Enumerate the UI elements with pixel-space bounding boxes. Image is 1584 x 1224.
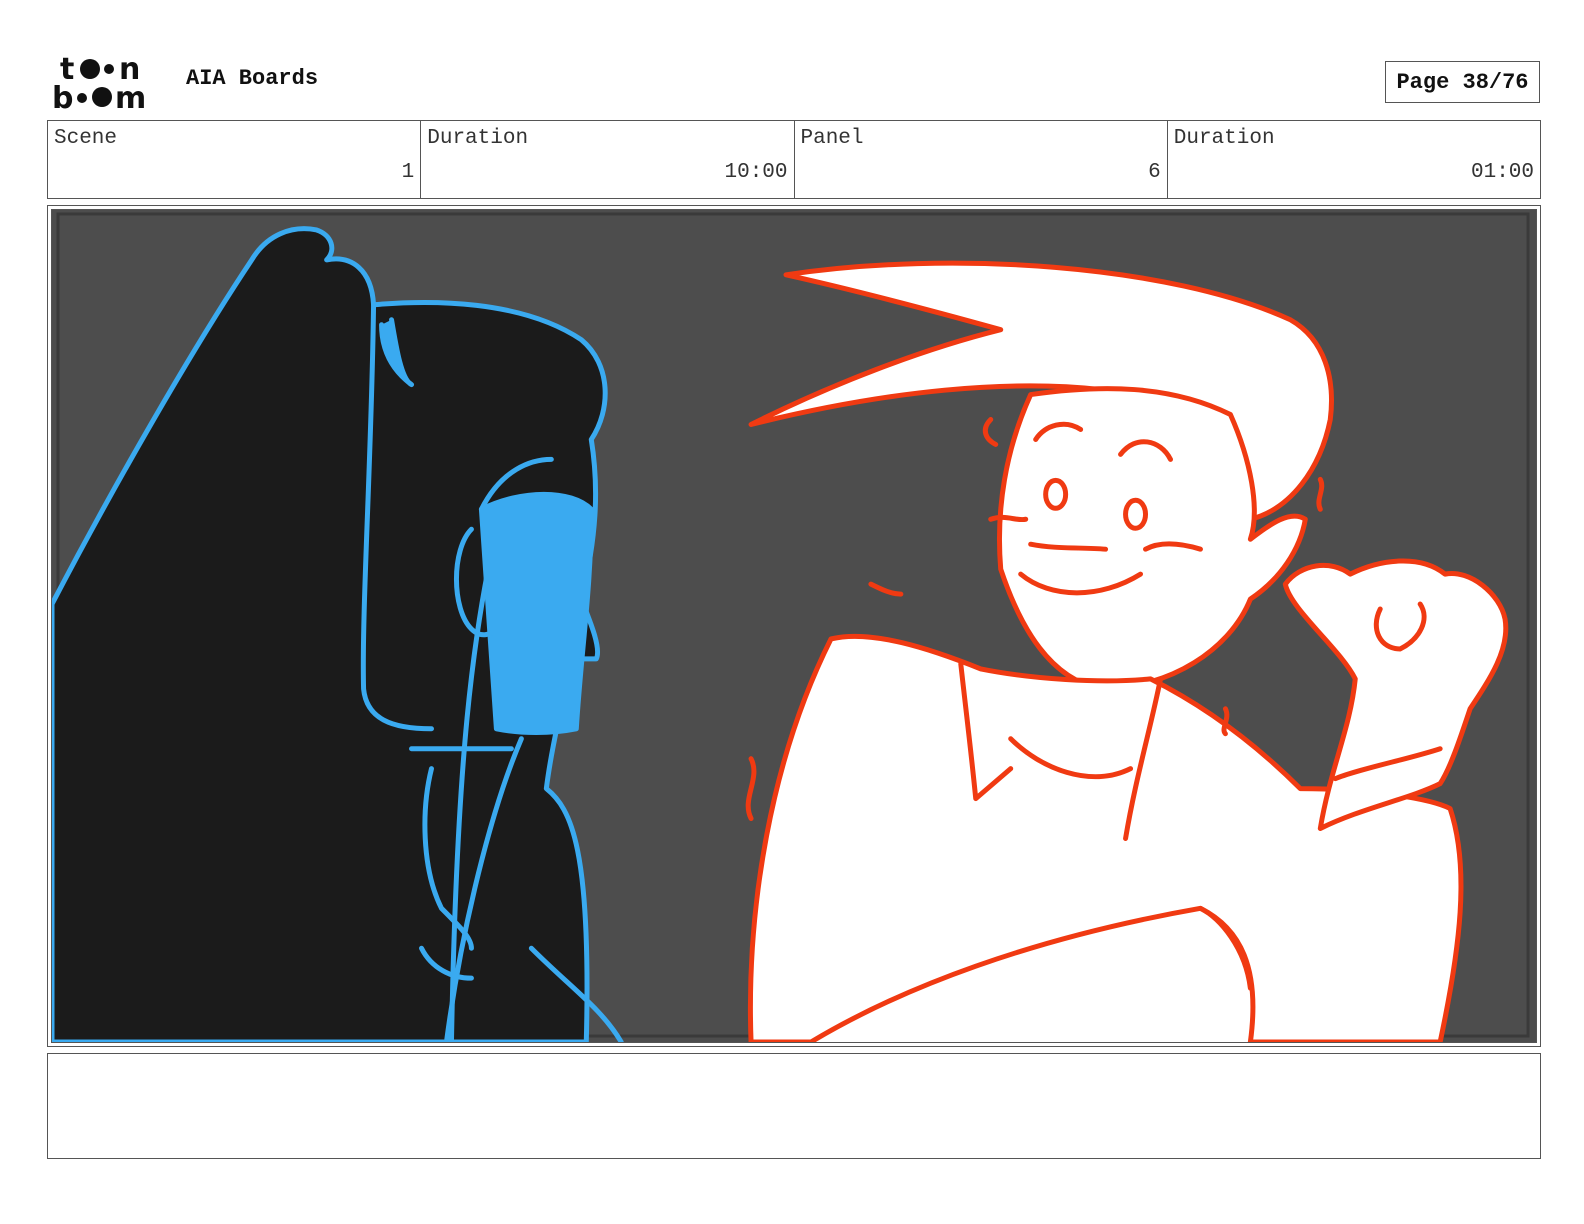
- panel-duration-label: Duration: [1173, 127, 1275, 150]
- scene-info-table: Scene 1 Duration 10:00 Panel 6 Duration …: [47, 120, 1541, 199]
- panel-label: Panel: [800, 127, 864, 150]
- scene-cell: Scene 1: [48, 121, 422, 198]
- panel-cell: Panel 6: [795, 121, 1168, 198]
- panel-duration-value: 01:00: [1470, 161, 1534, 184]
- scene-label: Scene: [54, 127, 118, 150]
- scene-duration-cell: Duration 10:00: [421, 121, 795, 198]
- scene-duration-label: Duration: [427, 127, 529, 150]
- svg-text:b: b: [52, 81, 73, 112]
- scene-value: 1: [401, 161, 415, 184]
- scene-duration-value: 10:00: [724, 161, 788, 184]
- panel-value: 6: [1148, 161, 1161, 184]
- storyboard-panel: [47, 205, 1541, 1047]
- page-indicator: Page 38/76: [1385, 61, 1540, 103]
- svg-text:m: m: [115, 81, 146, 112]
- project-title: AIA Boards: [186, 66, 319, 91]
- panel-duration-cell: Duration 01:00: [1168, 121, 1540, 198]
- panel-notes-box[interactable]: [47, 1053, 1541, 1159]
- panel-artwork: [51, 209, 1537, 1043]
- toon-boom-logo: t n b m: [52, 52, 146, 112]
